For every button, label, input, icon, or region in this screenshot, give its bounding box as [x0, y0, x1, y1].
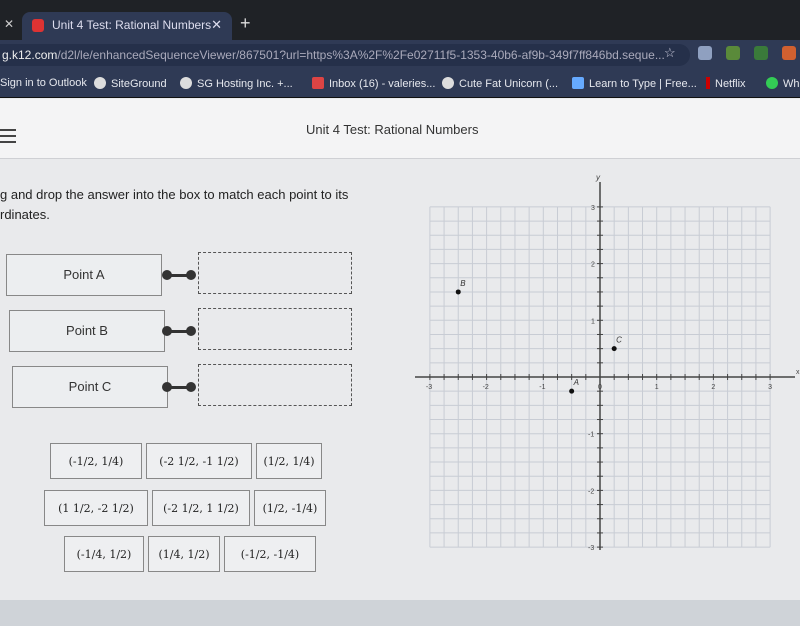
- y-tick-label: -2: [588, 488, 594, 495]
- x-tick-label: 0: [598, 384, 602, 391]
- typing-icon: [572, 77, 584, 89]
- point-label: Point B: [9, 310, 165, 352]
- drop-box[interactable]: [198, 252, 352, 294]
- x-tick-label: 1: [655, 384, 659, 391]
- bookmark-siteground[interactable]: SiteGround: [94, 77, 167, 90]
- url-field[interactable]: g.k12.com/d2l/le/enhancedSequenceViewer/…: [0, 44, 690, 66]
- y-tick-label: -1: [588, 432, 594, 439]
- bookmark-outlook[interactable]: Sign in to Outlook: [0, 77, 87, 89]
- drop-box[interactable]: [198, 308, 352, 350]
- answer-tile[interactable]: (1 1/2, -2 1/2): [44, 490, 148, 526]
- answer-tile[interactable]: (-1/2, -1/4): [224, 536, 316, 572]
- point-C: [611, 346, 617, 352]
- coordinate-graph: x y -3 -2 -1 0 1 2 3 3 2 1 -1 -2 -3 A B C: [415, 173, 800, 552]
- x-tick-label: -1: [539, 384, 545, 391]
- point-label-B: B: [460, 279, 466, 288]
- bookmark-inbox[interactable]: Inbox (16) - valeries...: [312, 77, 435, 90]
- tab-bar: ✕ Unit 4 Test: Rational Numbers ✕ +: [0, 0, 800, 40]
- favicon-icon: [32, 19, 44, 32]
- answer-tile[interactable]: (-2 1/2, -1 1/2): [146, 443, 252, 479]
- x-tick-label: 2: [711, 384, 715, 391]
- connector-icon: [162, 326, 198, 336]
- whatsapp-icon: [766, 77, 778, 89]
- drop-box[interactable]: [198, 364, 352, 406]
- menu-icon[interactable]: [0, 129, 16, 147]
- y-tick-label: -3: [588, 545, 594, 552]
- bookmark-sg-hosting[interactable]: SG Hosting Inc. +...: [180, 77, 293, 90]
- extension-icon[interactable]: [754, 46, 768, 60]
- point-label-C: C: [616, 336, 622, 345]
- answer-tile[interactable]: (1/2, -1/4): [254, 490, 326, 526]
- point-label-A: A: [573, 378, 579, 387]
- close-icon[interactable]: ✕: [211, 17, 222, 33]
- answer-tile[interactable]: (-1/4, 1/2): [64, 536, 144, 572]
- close-tab-icon[interactable]: ✕: [4, 17, 14, 31]
- page-title: Unit 4 Test: Rational Numbers: [306, 122, 479, 137]
- url-path: /d2l/le/enhancedSequenceViewer/867501?ur…: [57, 48, 665, 62]
- siteground-icon: [94, 77, 106, 89]
- connector-icon: [162, 270, 198, 280]
- question-prompt: g and drop the answer into the box to ma…: [0, 187, 349, 222]
- page-header: Unit 4 Test: Rational Numbers: [0, 99, 800, 159]
- address-bar: g.k12.com/d2l/le/enhancedSequenceViewer/…: [0, 40, 800, 68]
- answer-tile[interactable]: (1/4, 1/2): [148, 536, 220, 572]
- y-tick-label: 2: [591, 262, 595, 269]
- bookmark-star-icon[interactable]: ☆: [664, 45, 676, 61]
- extension-icon[interactable]: [782, 46, 796, 60]
- url-host: g.k12.com: [2, 48, 58, 62]
- bookmark-whatsapp[interactable]: Wh: [766, 77, 800, 90]
- page-footer: [0, 600, 800, 626]
- wordpress-icon: [442, 77, 454, 89]
- bookmark-learn-to-type[interactable]: Learn to Type | Free...: [572, 77, 697, 90]
- extension-icon[interactable]: [698, 46, 712, 60]
- y-tick-label: 3: [591, 205, 595, 212]
- y-tick-label: 1: [591, 318, 595, 325]
- point-label: Point C: [12, 366, 168, 408]
- extension-icon[interactable]: [726, 46, 740, 60]
- bookmarks-bar: Sign in to Outlook SiteGround SG Hosting…: [0, 68, 800, 98]
- x-tick-label: -3: [426, 384, 432, 391]
- answer-tile[interactable]: (-2 1/2, 1 1/2): [152, 490, 250, 526]
- point-B: [455, 289, 461, 295]
- tab-active[interactable]: Unit 4 Test: Rational Numbers ✕: [22, 12, 232, 40]
- new-tab-icon[interactable]: +: [240, 13, 251, 34]
- answer-tile[interactable]: (-1/2, 1/4): [50, 443, 142, 479]
- bookmark-netflix[interactable]: Netflix: [706, 77, 746, 90]
- netflix-icon: [706, 77, 710, 89]
- gmail-icon: [312, 77, 324, 89]
- x-axis-label: x: [796, 369, 800, 376]
- y-axis-label: y: [595, 173, 601, 182]
- point-A: [569, 388, 575, 394]
- tab-title: Unit 4 Test: Rational Numbers: [52, 18, 212, 32]
- point-label: Point A: [6, 254, 162, 296]
- globe-icon: [180, 77, 192, 89]
- bookmark-unicorn[interactable]: Cute Fat Unicorn (...: [442, 77, 558, 90]
- answer-tile[interactable]: (1/2, 1/4): [256, 443, 322, 479]
- x-tick-label: -2: [483, 384, 489, 391]
- connector-icon: [162, 382, 198, 392]
- x-tick-label: 3: [768, 384, 772, 391]
